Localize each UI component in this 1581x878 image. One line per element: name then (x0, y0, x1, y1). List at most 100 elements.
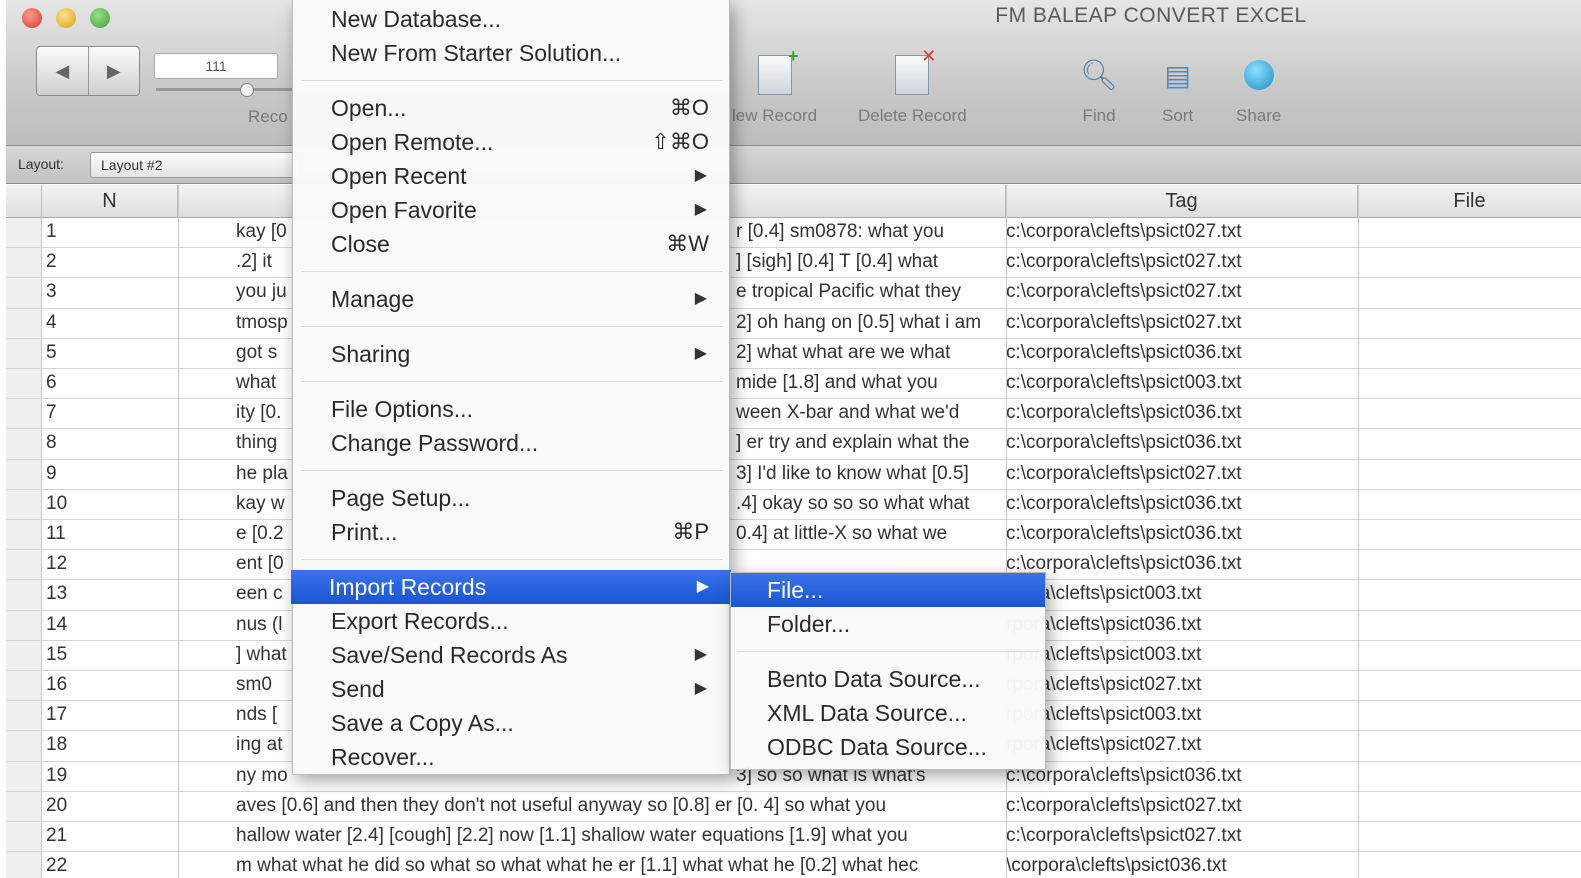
cell-text-visible[interactable]: ] [sigh] [0.4] T [0.4] what (736, 251, 1006, 273)
menu-item-manage[interactable]: Manage ▶ (293, 282, 729, 316)
cell-tag[interactable]: c:\corpora\clefts\psict036.txt (1006, 432, 1356, 454)
cell-n[interactable]: 12 (46, 553, 67, 575)
table-row[interactable]: 22 m what what he did so what so what wha… (6, 852, 1581, 878)
cell-tag[interactable]: c:\corpora\clefts\psict027.txt (1006, 825, 1356, 847)
cell-n[interactable]: 14 (46, 614, 67, 636)
cell-text-visible[interactable]: 2] what what are we what (736, 342, 1006, 364)
cell-n[interactable]: 17 (46, 704, 67, 726)
cell-tag[interactable]: c:\corpora\clefts\psict027.txt (1006, 312, 1356, 334)
table-row[interactable]: 1 kay [0 r [0.4] sm0878: what you c:\corpor… (6, 218, 1581, 249)
table-row[interactable]: 4 tmosp 2] oh hang on [0.5] what i am c:\co… (6, 308, 1581, 339)
menu-item-recover[interactable]: Recover... (293, 740, 729, 774)
menu-item-import-records[interactable]: Import Records ▶ (291, 570, 731, 604)
cell-n[interactable]: 4 (46, 312, 57, 334)
cell-text-visible[interactable]: e tropical Pacific what they (736, 281, 1006, 303)
submenu-item-xml-data-source[interactable]: XML Data Source... (731, 696, 1045, 730)
row-gutter[interactable] (6, 369, 42, 399)
cell-tag[interactable]: c:\corpora\clefts\psict027.txt (1006, 281, 1356, 303)
table-row[interactable]: 10 kay w .4] okay so so so what what c:\cor… (6, 489, 1581, 520)
cell-tag[interactable]: rpora\clefts\psict003.txt (1006, 644, 1356, 666)
record-slider-knob[interactable] (240, 83, 254, 97)
row-gutter[interactable] (6, 791, 42, 821)
cell-n[interactable]: 11 (46, 523, 66, 545)
cell-tag[interactable]: c:\corpora\clefts\psict036.txt (1006, 342, 1356, 364)
cell-text-visible[interactable]: r [0.4] sm0878: what you (736, 221, 1006, 243)
cell-tag[interactable]: c:\corpora\clefts\psict027.txt (1006, 795, 1356, 817)
cell-text-visible[interactable]: .4] okay so so so what what (736, 493, 1006, 515)
column-header-n[interactable]: N (42, 185, 178, 218)
menu-item-save-a-copy-as[interactable]: Save a Copy As... (293, 706, 729, 740)
menu-item-sharing[interactable]: Sharing ▶ (293, 337, 729, 371)
menu-item-send[interactable]: Send ▶ (293, 672, 729, 706)
next-record-button[interactable]: ▶ (89, 47, 140, 95)
cell-n[interactable]: 8 (46, 432, 57, 454)
record-slider-track[interactable] (156, 88, 296, 91)
current-record-field[interactable]: 111 (154, 53, 278, 79)
row-gutter[interactable] (6, 520, 42, 550)
cell-n[interactable]: 7 (46, 402, 57, 424)
row-gutter[interactable] (6, 550, 42, 580)
cell-n[interactable]: 2 (46, 251, 57, 273)
cell-n[interactable]: 5 (46, 342, 57, 364)
row-gutter[interactable] (6, 640, 42, 670)
cell-text-visible[interactable]: 0.4] at little-X so what we (736, 523, 1006, 545)
cell-n[interactable]: 1 (46, 221, 57, 243)
submenu-item-bento-data-source[interactable]: Bento Data Source... (731, 662, 1045, 696)
cell-tag[interactable]: c:\corpora\clefts\psict036.txt (1006, 402, 1356, 424)
layout-select[interactable]: Layout #2 (90, 152, 300, 178)
cell-tag[interactable]: c:\corpora\clefts\psict027.txt (1006, 221, 1356, 243)
table-row[interactable]: 3 you ju e tropical Pacific what they c:\co… (6, 278, 1581, 309)
table-row[interactable]: 8 thing] er try and explain what the c:\c… (6, 429, 1581, 460)
menu-item-open-favorite[interactable]: Open Favorite ▶ (293, 193, 729, 227)
menu-item-new-from-starter[interactable]: New From Starter Solution... (293, 36, 729, 70)
close-window-button[interactable] (22, 8, 42, 28)
cell-tag[interactable]: c:\corpora\clefts\psict036.txt (1006, 765, 1356, 787)
menu-item-page-setup[interactable]: Page Setup... (293, 481, 729, 515)
menu-item-open-remote[interactable]: Open Remote... ⇧⌘O (293, 125, 729, 159)
row-gutter[interactable] (6, 429, 42, 459)
menu-item-file-options[interactable]: File Options... (293, 392, 729, 426)
menu-item-new-database[interactable]: New Database... (293, 2, 729, 36)
cell-tag[interactable]: rpora\clefts\psict003.txt (1006, 583, 1356, 605)
row-gutter[interactable] (6, 610, 42, 640)
cell-n[interactable]: 10 (46, 493, 67, 515)
menu-item-open[interactable]: Open... ⌘O (293, 91, 729, 125)
row-gutter[interactable] (6, 580, 42, 610)
cell-n[interactable]: 22 (46, 855, 67, 877)
row-gutter[interactable] (6, 852, 42, 878)
cell-n[interactable]: 20 (46, 795, 67, 817)
table-row[interactable]: 11 e [0.2 0.4] at little-X so what we c:\co… (6, 520, 1581, 551)
row-gutter[interactable] (6, 701, 42, 731)
cell-text[interactable]: aves [0.6] and then they don't not usefu… (236, 795, 1004, 817)
cell-n[interactable]: 15 (46, 644, 67, 666)
cell-n[interactable]: 13 (46, 583, 67, 605)
row-gutter[interactable] (6, 218, 42, 248)
cell-tag[interactable]: rpora\clefts\psict003.txt (1006, 704, 1356, 726)
table-row[interactable]: 6 what mide [1.8] and what you c:\corpora\… (6, 369, 1581, 400)
cell-text[interactable]: hallow water [2.4] [cough] [2.2] now [1.… (236, 825, 1004, 847)
cell-tag[interactable]: c:\corpora\clefts\psict027.txt (1006, 463, 1356, 485)
cell-tag[interactable]: c:\corpora\clefts\psict036.txt (1006, 493, 1356, 515)
cell-tag[interactable]: c:\corpora\clefts\psict003.txt (1006, 372, 1356, 394)
cell-n[interactable]: 18 (46, 734, 67, 756)
menu-item-close[interactable]: Close ⌘W (293, 227, 729, 261)
row-gutter[interactable] (6, 489, 42, 519)
row-gutter[interactable] (6, 308, 42, 338)
menu-item-export-records[interactable]: Export Records... (293, 604, 729, 638)
menu-item-save-send-records-as[interactable]: Save/Send Records As ▶ (293, 638, 729, 672)
table-row[interactable]: 21 hallow water [2.4] [cough] [2.2] now [… (6, 822, 1581, 853)
cell-text-visible[interactable]: 3] I'd like to know what [0.5] (736, 463, 1006, 485)
cell-n[interactable]: 16 (46, 674, 67, 696)
submenu-item-folder[interactable]: Folder... (731, 607, 1045, 641)
cell-text-visible[interactable]: 2] oh hang on [0.5] what i am (736, 312, 1006, 334)
menu-item-open-recent[interactable]: Open Recent ▶ (293, 159, 729, 193)
table-row[interactable]: 7 ity [0. ween X-bar and what we'd c:\corpo… (6, 399, 1581, 430)
submenu-item-odbc-data-source[interactable]: ODBC Data Source... (731, 730, 1045, 764)
table-row[interactable]: 20 aves [0.6] and then they don't not use… (6, 791, 1581, 822)
cell-tag[interactable]: rpora\clefts\psict027.txt (1006, 734, 1356, 756)
table-row[interactable]: 2.2] it] [sigh] [0.4] T [0.4] what c:\cor… (6, 248, 1581, 279)
cell-text-visible[interactable]: ween X-bar and what we'd (736, 402, 1006, 424)
row-gutter[interactable] (6, 822, 42, 852)
column-header-file[interactable]: File (1358, 185, 1581, 218)
cell-tag[interactable]: rpora\clefts\psict036.txt (1006, 614, 1356, 636)
